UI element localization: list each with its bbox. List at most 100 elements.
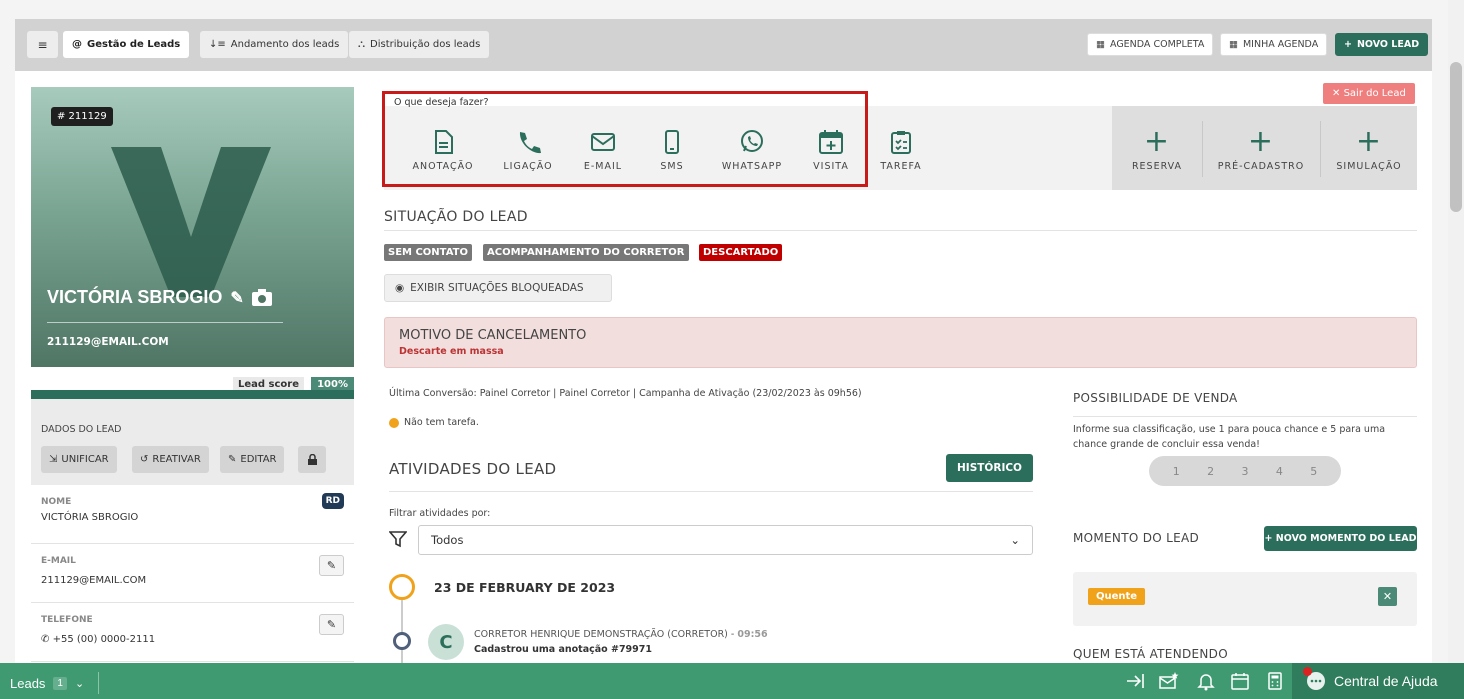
bell-icon[interactable] bbox=[1196, 671, 1216, 691]
envelope-icon bbox=[591, 133, 615, 151]
main-panel: # 211129 VICTÓRIA SBROGIO ✎ 211129@EMAIL… bbox=[15, 71, 1432, 663]
status-dot-icon bbox=[389, 417, 399, 428]
plus-icon: + bbox=[1143, 124, 1171, 159]
rating-4[interactable]: 4 bbox=[1276, 465, 1283, 478]
tab-gestao-leads[interactable]: @ Gestão de Leads bbox=[63, 31, 190, 58]
simulacao-action[interactable]: + SIMULAÇÃO bbox=[1332, 127, 1406, 173]
dados-title: DADOS DO LEAD bbox=[41, 424, 122, 435]
editar-button[interactable]: ✎ EDITAR bbox=[220, 446, 285, 473]
pre-cadastro-action[interactable]: + PRÉ-CADASTRO bbox=[1213, 124, 1309, 173]
email-action[interactable]: E-MAIL bbox=[579, 129, 627, 172]
central-de-ajuda-button[interactable]: Central de Ajuda bbox=[1292, 663, 1464, 699]
visita-action[interactable]: VISITA bbox=[809, 129, 853, 172]
filtro-select[interactable]: Todos ⌄ bbox=[418, 525, 1033, 555]
tab-distribuicao-leads[interactable]: ⛬ Distribuição dos leads bbox=[349, 31, 490, 58]
actions-question: O que deseja fazer? bbox=[394, 97, 489, 108]
lock-button[interactable] bbox=[298, 446, 326, 473]
tab-andamento-leads[interactable]: ↓≡ Andamento dos leads bbox=[200, 31, 349, 58]
mobile-icon bbox=[665, 130, 679, 154]
phone-icon: ✆ bbox=[41, 634, 50, 645]
sair-do-lead-button[interactable]: ✕ Sair do Lead bbox=[1323, 83, 1415, 104]
divider bbox=[1320, 121, 1321, 177]
bottom-bar: Leads 1 ⌄ Central de Ajuda bbox=[0, 663, 1464, 699]
exibir-bloqueadas-button[interactable]: ◉ EXIBIR SITUAÇÕES BLOQUEADAS bbox=[384, 274, 612, 302]
merge-icon: ⇲ bbox=[49, 454, 58, 465]
tarefa-action[interactable]: TAREFA bbox=[877, 129, 925, 172]
pencil-icon: ✎ bbox=[326, 618, 337, 631]
avatar: C bbox=[428, 624, 464, 660]
rating-3[interactable]: 3 bbox=[1241, 465, 1248, 478]
camera-icon[interactable] bbox=[251, 289, 272, 306]
leads-dropdown[interactable]: Leads 1 ⌄ bbox=[10, 672, 100, 694]
email-field: E-MAIL 211129@EMAIL.COM ✎ bbox=[31, 544, 354, 603]
calculator-icon[interactable] bbox=[1265, 671, 1285, 691]
remove-momento-button[interactable]: ✕ bbox=[1378, 587, 1397, 606]
lead-score-row: Lead score 100% bbox=[31, 367, 354, 399]
document-icon bbox=[435, 130, 453, 154]
undo-icon: ↺ bbox=[140, 454, 149, 465]
whatsapp-action[interactable]: WHATSAPP bbox=[719, 129, 785, 172]
venda-rating: 1 2 3 4 5 bbox=[1149, 456, 1341, 486]
divider bbox=[389, 491, 1033, 492]
unificar-button[interactable]: ⇲ UNIFICAR bbox=[41, 446, 117, 473]
filtrar-label: Filtrar atividades por: bbox=[389, 508, 491, 519]
calendar-icon: ▦ bbox=[1229, 39, 1238, 50]
dados-do-lead: DADOS DO LEAD ⇲ UNIFICAR ↺ REATIVAR ✎ ED… bbox=[31, 399, 354, 485]
reserva-action[interactable]: + RESERVA bbox=[1128, 124, 1186, 173]
minha-agenda-button[interactable]: ▦ MINHA AGENDA bbox=[1220, 33, 1328, 56]
pencil-icon[interactable]: ✎ bbox=[230, 288, 243, 308]
sms-action[interactable]: SMS bbox=[655, 129, 689, 172]
mail-star-icon[interactable] bbox=[1159, 671, 1179, 691]
divider bbox=[1202, 121, 1203, 177]
activity-author: CORRETOR HENRIQUE DEMONSTRAÇÃO (CORRETOR… bbox=[474, 629, 768, 640]
venda-description: Informe sua classificação, use 1 para po… bbox=[1073, 424, 1386, 450]
telefone-field: TELEFONE ✆ +55 (00) 0000-2111 ✎ bbox=[31, 603, 354, 662]
lead-initial-logo bbox=[111, 147, 271, 297]
plus-icon: + bbox=[1247, 124, 1275, 159]
tag-descartado[interactable]: DESCARTADO bbox=[699, 244, 783, 261]
close-icon: ✕ bbox=[1382, 590, 1393, 603]
close-icon: ✕ bbox=[1332, 88, 1341, 99]
menu-button[interactable]: ≡ bbox=[27, 31, 58, 58]
chevron-down-icon: ⌄ bbox=[74, 677, 85, 690]
eye-icon: ◉ bbox=[395, 282, 405, 294]
ligacao-action[interactable]: LIGAÇÃO bbox=[500, 129, 556, 172]
sitemap-icon: ⛬ bbox=[358, 39, 365, 50]
lead-id-badge: # 211129 bbox=[51, 107, 113, 126]
novo-momento-button[interactable]: + NOVO MOMENTO DO LEAD bbox=[1264, 526, 1417, 551]
historico-button[interactable]: HISTÓRICO bbox=[946, 454, 1033, 482]
plus-icon: + bbox=[1264, 533, 1276, 544]
sort-icon: ↓≡ bbox=[209, 39, 226, 50]
scrollbar-thumb[interactable] bbox=[1450, 62, 1462, 212]
phone-icon bbox=[519, 132, 541, 154]
rating-5[interactable]: 5 bbox=[1310, 465, 1317, 478]
tag-sem-contato[interactable]: SEM CONTATO bbox=[384, 244, 473, 261]
top-toolbar: ≡ @ Gestão de Leads ↓≡ Andamento dos lea… bbox=[15, 19, 1432, 71]
anotacao-action[interactable]: ANOTAÇÃO bbox=[412, 129, 474, 172]
collapse-icon[interactable] bbox=[1125, 671, 1145, 691]
rating-1[interactable]: 1 bbox=[1173, 465, 1180, 478]
divider bbox=[1073, 416, 1417, 417]
edit-email-button[interactable]: ✎ bbox=[319, 555, 344, 576]
hamburger-icon: ≡ bbox=[37, 37, 48, 52]
quente-badge: Quente bbox=[1088, 588, 1146, 605]
lead-hero-card: # 211129 VICTÓRIA SBROGIO ✎ 211129@EMAIL… bbox=[31, 87, 354, 367]
tarefa-status: Não tem tarefa. bbox=[389, 417, 479, 428]
calendar-icon[interactable] bbox=[1230, 671, 1250, 691]
rating-2[interactable]: 2 bbox=[1207, 465, 1214, 478]
lead-name-row: VICTÓRIA SBROGIO ✎ bbox=[47, 287, 272, 308]
quem-atendendo-title: QUEM ESTÁ ATENDENDO bbox=[1073, 647, 1228, 661]
whatsapp-icon bbox=[741, 130, 763, 152]
novo-lead-button[interactable]: + NOVO LEAD bbox=[1335, 33, 1429, 56]
tag-acompanhamento[interactable]: ACOMPANHAMENTO DO CORRETOR bbox=[483, 244, 689, 261]
pencil-icon: ✎ bbox=[228, 454, 237, 465]
lead-name: VICTÓRIA SBROGIO bbox=[47, 287, 223, 307]
motivo-cancelamento: MOTIVO DE CANCELAMENTO Descarte em massa bbox=[384, 317, 1417, 368]
filter-icon bbox=[389, 531, 407, 548]
ultima-conversao: Última Conversão: Painel Corretor | Pain… bbox=[389, 388, 862, 399]
reativar-button[interactable]: ↺ REATIVAR bbox=[132, 446, 209, 473]
edit-telefone-button[interactable]: ✎ bbox=[319, 614, 344, 635]
atividades-title: ATIVIDADES DO LEAD bbox=[389, 460, 557, 478]
clipboard-icon bbox=[891, 131, 911, 154]
agenda-completa-button[interactable]: ▦ AGENDA COMPLETA bbox=[1087, 33, 1214, 56]
